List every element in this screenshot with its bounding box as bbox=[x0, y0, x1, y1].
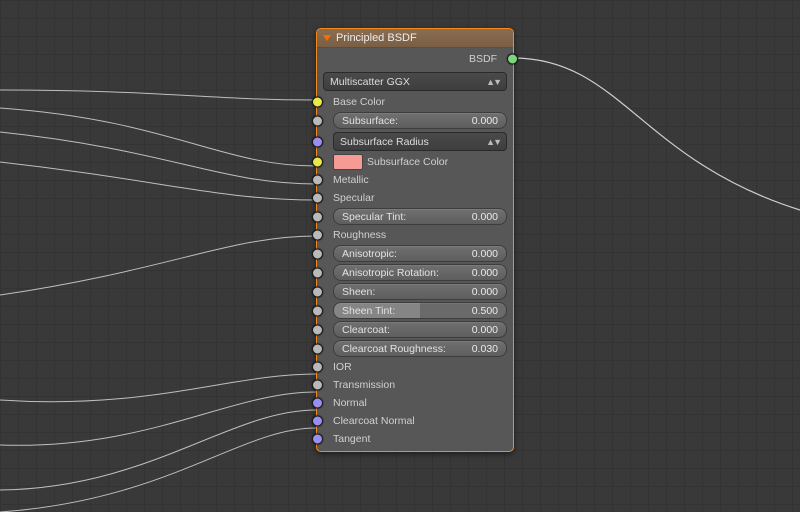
input-subsurface-color: Subsurface Color bbox=[317, 153, 513, 171]
socket-subsurface-color[interactable] bbox=[312, 157, 323, 168]
output-socket-bsdf[interactable] bbox=[507, 54, 518, 65]
principled-bsdf-node[interactable]: Principled BSDF BSDF Multiscatter GGX ▲▼… bbox=[316, 28, 514, 452]
socket-metallic[interactable] bbox=[312, 175, 323, 186]
dropdown-arrows-icon: ▲▼ bbox=[486, 77, 500, 87]
input-subsurface: Subsurface: 0.000 bbox=[317, 111, 513, 130]
input-specular: Specular bbox=[317, 189, 513, 207]
socket-normal[interactable] bbox=[312, 398, 323, 409]
input-anisotropic-rotation: Anisotropic Rotation: 0.000 bbox=[317, 263, 513, 282]
socket-subsurface[interactable] bbox=[312, 115, 323, 126]
input-base-color: Base Color bbox=[317, 93, 513, 111]
input-metallic: Metallic bbox=[317, 171, 513, 189]
specular-tint-slider[interactable]: Specular Tint: 0.000 bbox=[333, 208, 507, 225]
distribution-dropdown[interactable]: Multiscatter GGX ▲▼ bbox=[323, 72, 507, 91]
input-roughness: Roughness bbox=[317, 226, 513, 244]
subsurface-color-swatch[interactable] bbox=[333, 154, 363, 170]
input-anisotropic: Anisotropic: 0.000 bbox=[317, 244, 513, 263]
output-bsdf: BSDF bbox=[317, 48, 513, 70]
socket-anisotropic-rotation[interactable] bbox=[312, 267, 323, 278]
socket-clearcoat-normal[interactable] bbox=[312, 416, 323, 427]
input-clearcoat-roughness: Clearcoat Roughness: 0.030 bbox=[317, 339, 513, 358]
sheen-slider[interactable]: Sheen: 0.000 bbox=[333, 283, 507, 300]
node-title: Principled BSDF bbox=[336, 32, 417, 44]
socket-clearcoat[interactable] bbox=[312, 324, 323, 335]
clearcoat-roughness-slider[interactable]: Clearcoat Roughness: 0.030 bbox=[333, 340, 507, 357]
input-clearcoat: Clearcoat: 0.000 bbox=[317, 320, 513, 339]
input-ior: IOR bbox=[317, 358, 513, 376]
clearcoat-slider[interactable]: Clearcoat: 0.000 bbox=[333, 321, 507, 338]
input-sheen: Sheen: 0.000 bbox=[317, 282, 513, 301]
input-normal: Normal bbox=[317, 394, 513, 412]
socket-base-color[interactable] bbox=[312, 97, 323, 108]
socket-sheen-tint[interactable] bbox=[312, 305, 323, 316]
socket-tangent[interactable] bbox=[312, 434, 323, 445]
input-sheen-tint: Sheen Tint: 0.500 bbox=[317, 301, 513, 320]
input-tangent: Tangent bbox=[317, 430, 513, 448]
socket-anisotropic[interactable] bbox=[312, 248, 323, 259]
socket-subsurface-radius[interactable] bbox=[312, 136, 323, 147]
node-header[interactable]: Principled BSDF bbox=[317, 29, 513, 48]
socket-ior[interactable] bbox=[312, 362, 323, 373]
input-subsurface-radius: Subsurface Radius ▲▼ bbox=[317, 130, 513, 153]
input-clearcoat-normal: Clearcoat Normal bbox=[317, 412, 513, 430]
socket-transmission[interactable] bbox=[312, 380, 323, 391]
input-transmission: Transmission bbox=[317, 376, 513, 394]
anisotropic-rotation-slider[interactable]: Anisotropic Rotation: 0.000 bbox=[333, 264, 507, 281]
socket-sheen[interactable] bbox=[312, 286, 323, 297]
subsurface-slider[interactable]: Subsurface: 0.000 bbox=[333, 112, 507, 129]
socket-specular-tint[interactable] bbox=[312, 211, 323, 222]
socket-clearcoat-roughness[interactable] bbox=[312, 343, 323, 354]
sheen-tint-slider[interactable]: Sheen Tint: 0.500 bbox=[333, 302, 507, 319]
socket-specular[interactable] bbox=[312, 193, 323, 204]
anisotropic-slider[interactable]: Anisotropic: 0.000 bbox=[333, 245, 507, 262]
subsurface-radius-dropdown[interactable]: Subsurface Radius ▲▼ bbox=[333, 132, 507, 151]
collapse-triangle-icon[interactable] bbox=[323, 35, 331, 41]
input-specular-tint: Specular Tint: 0.000 bbox=[317, 207, 513, 226]
socket-roughness[interactable] bbox=[312, 230, 323, 241]
dropdown-arrows-icon: ▲▼ bbox=[486, 137, 500, 147]
